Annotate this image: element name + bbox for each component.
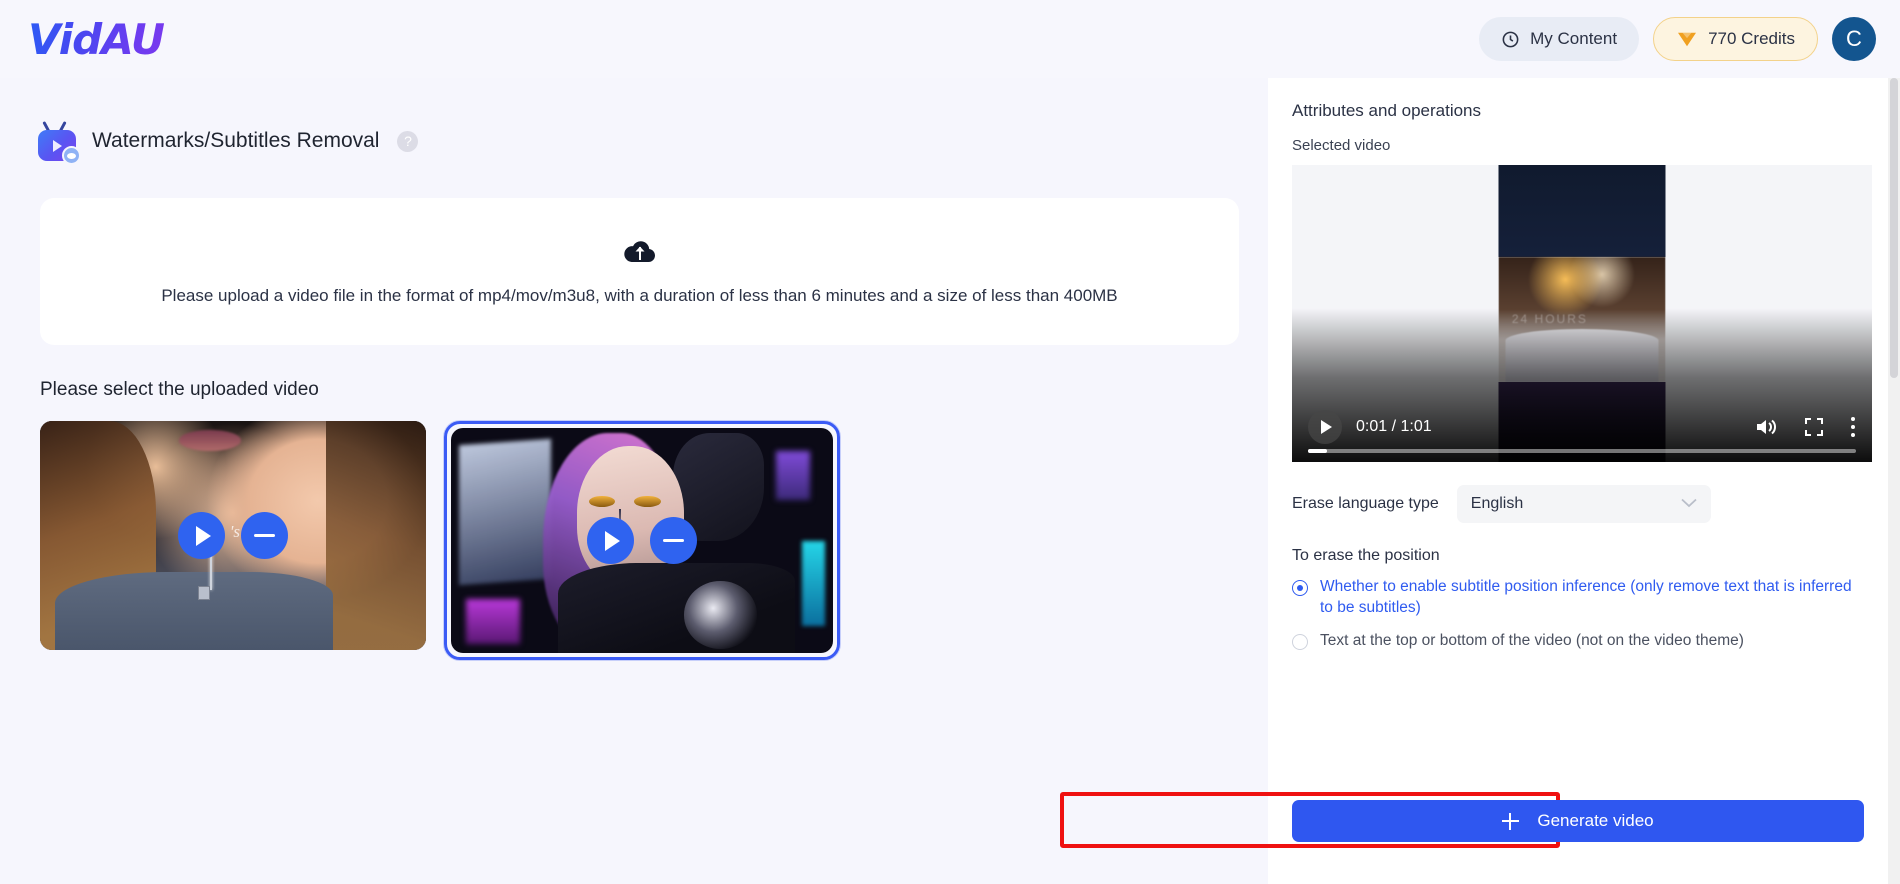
video-thumbnail-cyberpunk[interactable]: [444, 421, 840, 660]
gem-icon: [1676, 30, 1698, 48]
video-tv-icon: [34, 120, 81, 165]
video-thumbnail-woman[interactable]: 's Re: [40, 421, 426, 650]
radio-indicator[interactable]: [1292, 580, 1308, 596]
play-icon[interactable]: [587, 517, 634, 564]
my-content-button[interactable]: My Content: [1479, 17, 1640, 61]
panel-title: Attributes and operations: [1292, 101, 1482, 120]
tool-header: Watermarks/Subtitles Removal ?: [34, 120, 1268, 165]
radio-label: Whether to enable subtitle position infe…: [1320, 578, 1852, 616]
upload-dropzone[interactable]: Please upload a video file in the format…: [40, 198, 1239, 345]
language-select[interactable]: English: [1456, 485, 1711, 523]
page-root: VidAU My Content 770 Credits C Watermark…: [0, 0, 1900, 884]
play-icon[interactable]: [1308, 410, 1342, 444]
radio-indicator[interactable]: [1292, 633, 1308, 650]
erase-position-options: Whether to enable subtitle position infe…: [1292, 577, 1852, 652]
user-avatar[interactable]: C: [1832, 17, 1876, 61]
clock-icon: [1501, 30, 1520, 49]
page-title: Watermarks/Subtitles Removal: [92, 129, 380, 152]
app-logo[interactable]: VidAU: [28, 15, 165, 64]
main-content: Watermarks/Subtitles Removal ? Please up…: [0, 78, 1268, 884]
video-library: 's Re: [40, 421, 1268, 660]
radio-label: Text at the top or bottom of the video (…: [1320, 631, 1744, 649]
erase-language-label: Erase language type: [1292, 495, 1439, 512]
player-controls: 0:01 / 1:01: [1292, 410, 1872, 444]
radio-option-top-bottom-text[interactable]: Text at the top or bottom of the video (…: [1292, 631, 1852, 652]
scrollbar-thumb[interactable]: [1890, 78, 1898, 378]
language-select-value: English: [1470, 495, 1524, 512]
plus-icon: [1502, 812, 1520, 830]
page-scrollbar[interactable]: [1888, 78, 1900, 884]
more-vertical-icon[interactable]: [1850, 416, 1856, 438]
player-progress-bar[interactable]: [1308, 449, 1856, 453]
upload-hint: Please upload a video file in the format…: [161, 285, 1118, 305]
credits-label: 770 Credits: [1708, 29, 1795, 48]
credits-button[interactable]: 770 Credits: [1653, 17, 1818, 61]
header-actions: My Content 770 Credits C: [1479, 17, 1876, 61]
erase-language-row: Erase language type English: [1292, 485, 1888, 523]
video-player[interactable]: 24 HOURS 0:01 / 1:01: [1292, 165, 1872, 462]
fullscreen-icon[interactable]: [1804, 417, 1824, 437]
player-right-controls: [1754, 416, 1856, 438]
selected-video-label: Selected video: [1292, 137, 1391, 154]
volume-icon[interactable]: [1754, 416, 1778, 438]
minus-icon[interactable]: [241, 512, 288, 559]
generate-video-button[interactable]: Generate video: [1292, 800, 1864, 842]
minus-icon[interactable]: [650, 517, 697, 564]
question-mark-icon[interactable]: ?: [397, 130, 419, 152]
radio-option-subtitle-inference[interactable]: Whether to enable subtitle position infe…: [1292, 577, 1852, 619]
library-label: Please select the uploaded video: [40, 379, 319, 400]
cloud-upload-icon: [623, 238, 657, 264]
chevron-down-icon: [1681, 495, 1697, 513]
app-header: VidAU My Content 770 Credits C: [0, 0, 1900, 78]
player-time-display: 0:01 / 1:01: [1356, 418, 1432, 435]
play-icon[interactable]: [178, 512, 225, 559]
my-content-label: My Content: [1530, 29, 1618, 48]
attributes-panel: Attributes and operations Selected video…: [1268, 78, 1888, 884]
erase-position-label: To erase the position: [1292, 547, 1440, 564]
generate-video-label: Generate video: [1537, 811, 1654, 830]
